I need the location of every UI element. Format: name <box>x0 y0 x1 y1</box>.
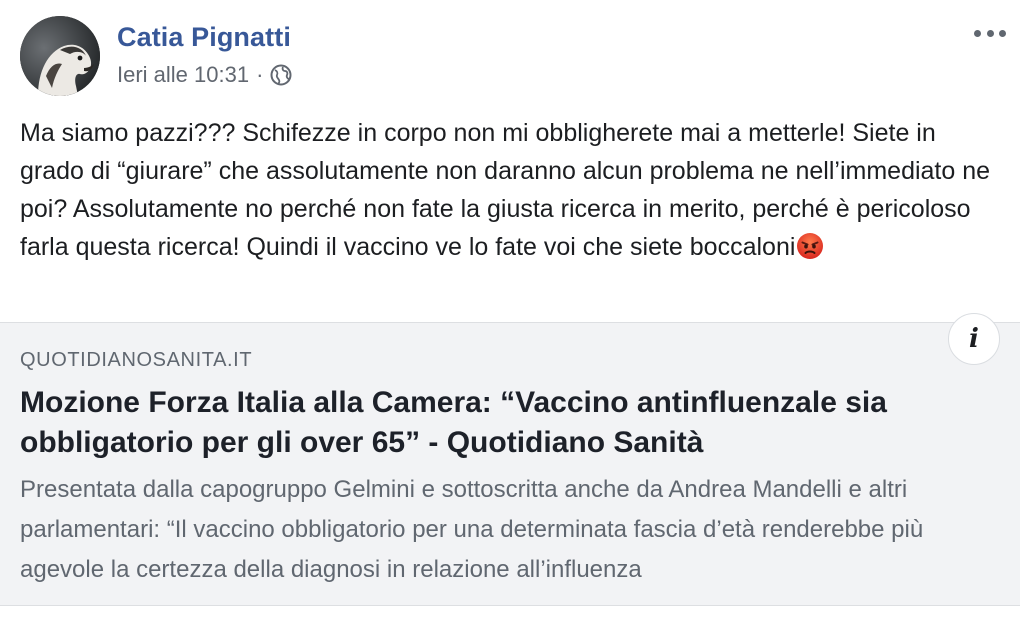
globe-icon[interactable] <box>270 64 292 86</box>
avatar-image <box>20 16 100 96</box>
timestamp[interactable]: Ieri alle 10:31 <box>117 62 249 88</box>
facebook-post: Catia Pignatti Ieri alle 10:31 · Ma siam… <box>0 0 1020 620</box>
link-description: Presentata dalla capogruppo Gelmini e so… <box>20 476 924 583</box>
dot-2 <box>986 29 994 37</box>
angry-face-emoji <box>797 233 824 259</box>
post-text: Ma siamo pazzi??? Schifezze in corpo non… <box>20 114 1005 266</box>
link-domain: QUOTIDIANOSANITA.IT <box>20 349 253 371</box>
info-icon: i <box>969 324 979 354</box>
more-options-icon[interactable] <box>974 28 1006 38</box>
author-name[interactable]: Catia Pignatti <box>117 22 291 53</box>
post-meta: Ieri alle 10:31 · <box>117 62 292 88</box>
dot-3 <box>999 29 1006 37</box>
post-body: Ma siamo pazzi??? Schifezze in corpo non… <box>20 119 997 261</box>
link-preview-card[interactable]: i QUOTIDIANOSANITA.IT Mozione Forza Ital… <box>0 313 1020 606</box>
link-headline[interactable]: Mozione Forza Italia alla Camera: “Vacci… <box>20 383 980 463</box>
info-button[interactable]: i <box>948 313 1000 365</box>
meta-separator: · <box>256 62 264 87</box>
avatar[interactable] <box>20 16 100 96</box>
dot-1 <box>974 29 981 37</box>
